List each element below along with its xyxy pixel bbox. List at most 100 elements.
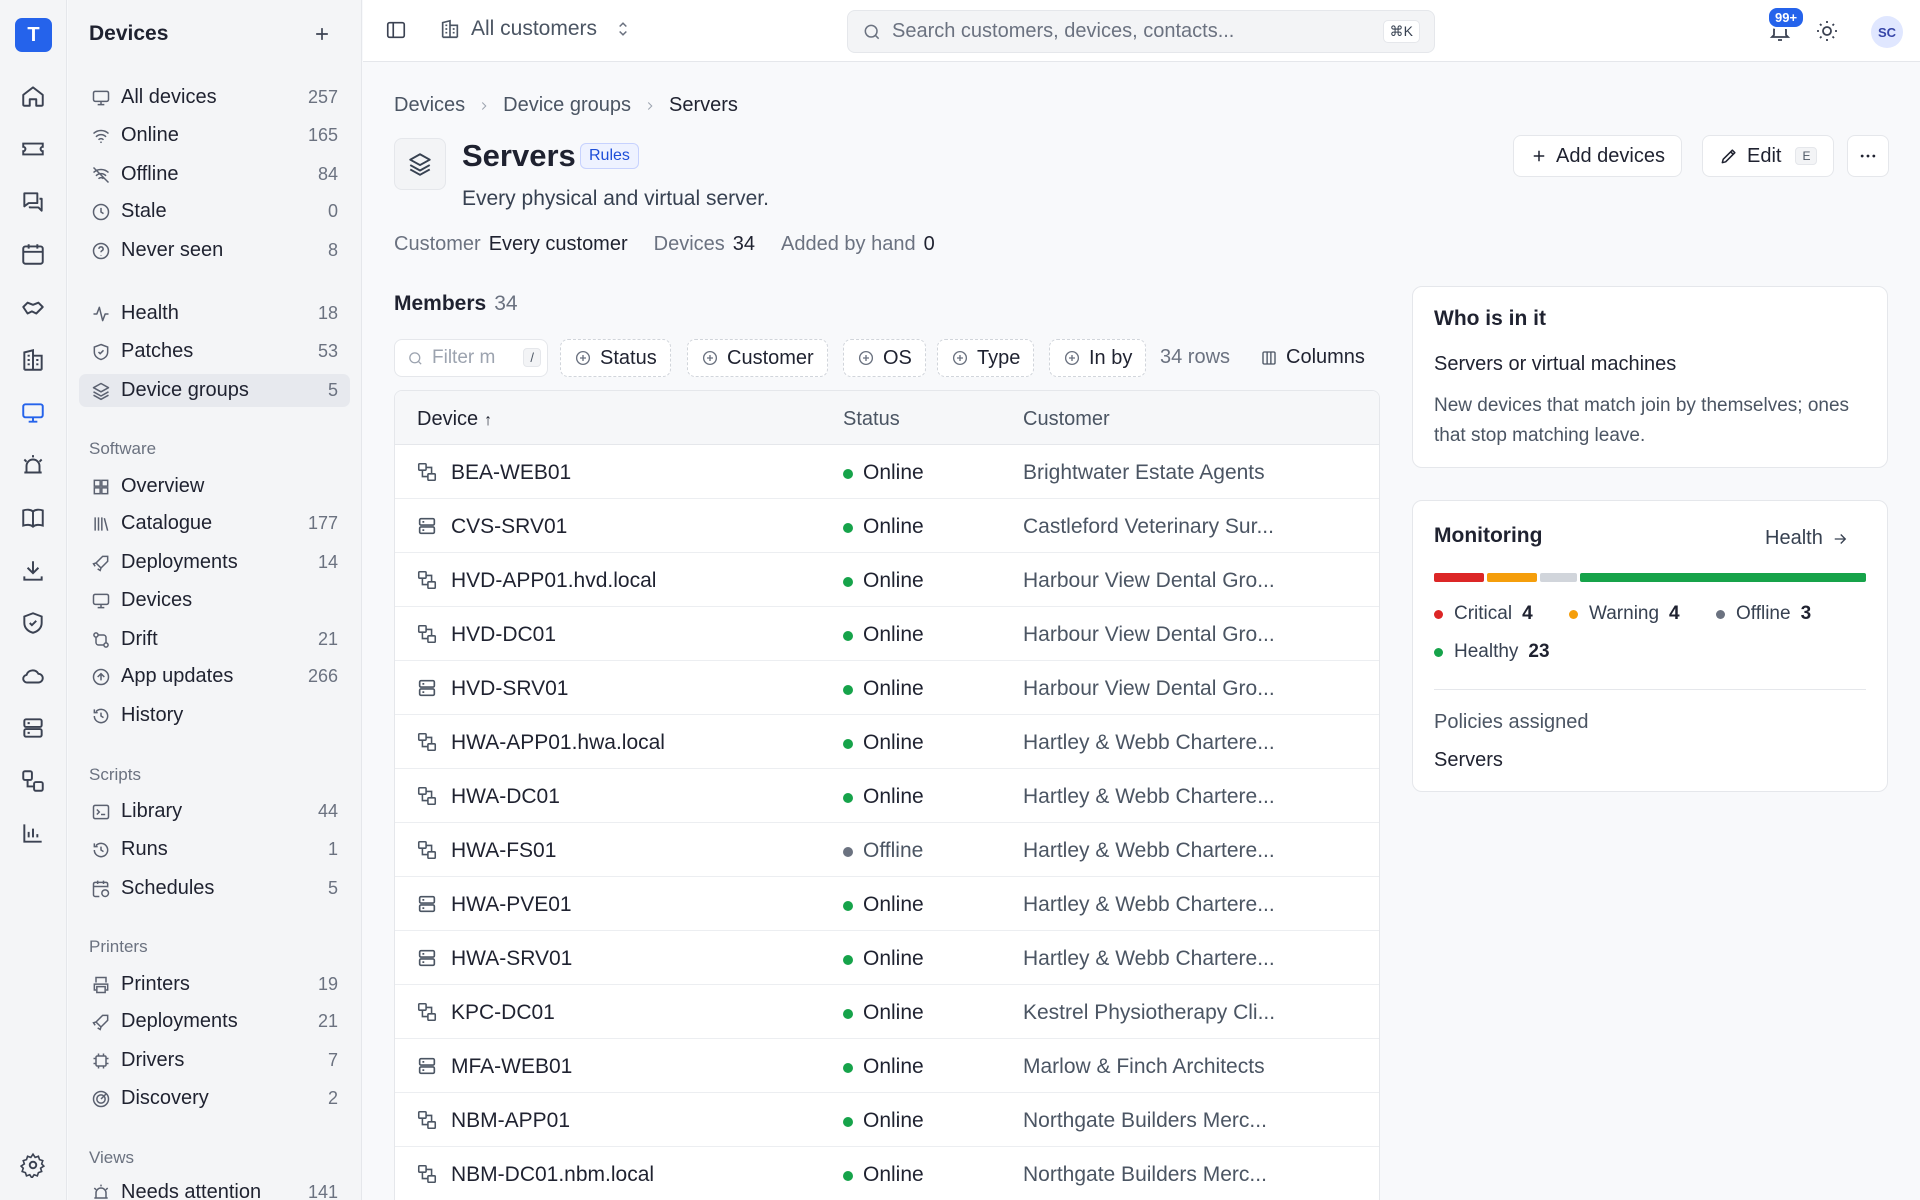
health-link[interactable]: Health — [1765, 527, 1849, 550]
filter-chip-customer[interactable]: Customer — [687, 339, 828, 377]
filter-chip-type[interactable]: Type — [937, 339, 1035, 377]
monitor-icon[interactable] — [17, 397, 49, 429]
table-row[interactable]: BEA-WEB01 Online Brightwater Estate Agents — [395, 445, 1379, 499]
theme-toggle-icon[interactable] — [1815, 19, 1839, 43]
chat-icon[interactable] — [17, 186, 49, 218]
table-row[interactable]: HVD-APP01.hvd.local Online Harbour View De… — [395, 553, 1379, 607]
sidebar-item-offline[interactable]: Offline 84 — [79, 158, 350, 191]
download-icon[interactable] — [17, 555, 49, 587]
device-name[interactable]: HVD-APP01.hvd.local — [451, 569, 656, 593]
device-name[interactable]: HWA-FS01 — [451, 839, 556, 863]
breadcrumb-device-groups[interactable]: Device groups — [503, 94, 631, 117]
filter-chip-in-by[interactable]: In by — [1049, 339, 1147, 377]
cloud-icon[interactable] — [17, 660, 49, 692]
device-status: Online — [863, 623, 924, 646]
sidebar-item-software-devices[interactable]: Devices — [79, 584, 350, 617]
book-icon[interactable] — [17, 502, 49, 534]
table-row[interactable]: HWA-APP01.hwa.local Online Hartley & Webb … — [395, 715, 1379, 769]
settings-icon[interactable] — [17, 1149, 49, 1181]
avatar[interactable]: SC — [1871, 16, 1903, 48]
sidebar-item-discovery[interactable]: Discovery 2 — [79, 1082, 350, 1115]
global-search-input[interactable]: Search customers, devices, contacts... ⌘… — [847, 10, 1435, 53]
device-name[interactable]: HWA-PVE01 — [451, 893, 572, 917]
filter-chip-status[interactable]: Status — [560, 339, 671, 377]
sidebar-item-online[interactable]: Online 165 — [79, 119, 350, 152]
table-row[interactable]: HVD-DC01 Online Harbour View Dental Gro... — [395, 607, 1379, 661]
sidebar-item-software-deployments[interactable]: Deployments 14 — [79, 546, 350, 579]
divider — [1434, 689, 1866, 690]
shield-icon[interactable] — [17, 607, 49, 639]
device-name[interactable]: BEA-WEB01 — [451, 461, 571, 485]
sidebar-item-printer-deployments[interactable]: Deployments 21 — [79, 1005, 350, 1038]
table-row[interactable]: NBM-APP01 Online Northgate Builders Merc..… — [395, 1093, 1379, 1147]
columns-button[interactable]: Columns — [1260, 346, 1365, 369]
workflow-icon[interactable] — [17, 765, 49, 797]
sidebar-item-drift[interactable]: Drift 21 — [79, 623, 350, 656]
sidebar-item-device-groups[interactable]: Device groups 5 — [79, 374, 350, 407]
handshake-icon[interactable] — [17, 291, 49, 323]
calendar-clock-icon — [90, 878, 112, 900]
breadcrumb-devices[interactable]: Devices — [394, 94, 465, 117]
table-row[interactable]: HWA-SRV01 Online Hartley & Webb Chartere..… — [395, 931, 1379, 985]
device-name[interactable]: NBM-DC01.nbm.local — [451, 1163, 654, 1187]
add-icon[interactable] — [308, 20, 336, 48]
device-name[interactable]: CVS-SRV01 — [451, 515, 567, 539]
table-body: BEA-WEB01 Online Brightwater Estate Agents… — [395, 445, 1379, 1200]
column-header-customer[interactable]: Customer — [1023, 408, 1110, 431]
ticket-icon[interactable] — [17, 133, 49, 165]
sidebar-item-app-updates[interactable]: App updates 266 — [79, 660, 350, 693]
table-row[interactable]: HWA-DC01 Online Hartley & Webb Chartere... — [395, 769, 1379, 823]
table-row[interactable]: NBM-DC01.nbm.local Online Northgate Builde… — [395, 1147, 1379, 1200]
table-row[interactable]: MFA-WEB01 Online Marlow & Finch Architects — [395, 1039, 1379, 1093]
device-name[interactable]: HWA-APP01.hwa.local — [451, 731, 665, 755]
toggle-sidebar-icon[interactable] — [385, 19, 407, 41]
sidebar-item-runs[interactable]: Runs 1 — [79, 833, 350, 866]
sidebar-item-catalogue[interactable]: Catalogue 177 — [79, 507, 350, 540]
column-header-status[interactable]: Status — [843, 408, 900, 431]
device-name[interactable]: NBM-APP01 — [451, 1109, 570, 1133]
app-logo[interactable]: T — [15, 18, 52, 52]
filter-chip-os[interactable]: OS — [843, 339, 926, 377]
sidebar-item-drivers[interactable]: Drivers 7 — [79, 1044, 350, 1077]
customer-selector[interactable]: All customers — [439, 17, 633, 41]
device-customer: Castleford Veterinary Sur... — [1023, 515, 1274, 538]
device-name[interactable]: HVD-SRV01 — [451, 677, 569, 701]
app-rail: T — [0, 0, 67, 1200]
table-row[interactable]: HWA-FS01 Offline Hartley & Webb Chartere..… — [395, 823, 1379, 877]
table-row[interactable]: HVD-SRV01 Online Harbour View Dental Gro..… — [395, 661, 1379, 715]
plus-circle-icon — [574, 349, 592, 367]
chart-icon[interactable] — [17, 817, 49, 849]
device-name[interactable]: HVD-DC01 — [451, 623, 556, 647]
edit-button[interactable]: Edit E — [1702, 135, 1835, 177]
sidebar-item-stale[interactable]: Stale 0 — [79, 195, 350, 228]
table-row[interactable]: CVS-SRV01 Online Castleford Veterinary Sur… — [395, 499, 1379, 553]
table-row[interactable]: HWA-PVE01 Online Hartley & Webb Chartere..… — [395, 877, 1379, 931]
sidebar-item-never-seen[interactable]: Never seen 8 — [79, 234, 350, 267]
table-row[interactable]: KPC-DC01 Online Kestrel Physiotherapy Cli.… — [395, 985, 1379, 1039]
device-customer: Harbour View Dental Gro... — [1023, 623, 1275, 646]
device-name[interactable]: HWA-SRV01 — [451, 947, 572, 971]
sidebar-item-health[interactable]: Health 18 — [79, 297, 350, 330]
building-icon[interactable] — [17, 344, 49, 376]
sidebar-item-all-devices[interactable]: All devices 257 — [79, 81, 350, 114]
sidebar-item-library[interactable]: Library 44 — [79, 795, 350, 828]
server-icon[interactable] — [17, 712, 49, 744]
home-icon[interactable] — [17, 80, 49, 112]
server-icon — [416, 947, 438, 969]
library-icon — [90, 513, 112, 535]
members-filter-input[interactable]: Filter m / — [394, 339, 548, 377]
column-header-device[interactable]: Device ↑ — [417, 408, 492, 431]
add-devices-button[interactable]: Add devices — [1513, 135, 1682, 177]
calendar-icon[interactable] — [17, 238, 49, 270]
more-actions-button[interactable] — [1847, 135, 1889, 177]
alarm-icon[interactable] — [17, 450, 49, 482]
sidebar-item-printers[interactable]: Printers 19 — [79, 968, 350, 1001]
sidebar-item-schedules[interactable]: Schedules 5 — [79, 872, 350, 905]
sidebar-item-patches[interactable]: Patches 53 — [79, 335, 350, 368]
device-name[interactable]: MFA-WEB01 — [451, 1055, 572, 1079]
device-name[interactable]: KPC-DC01 — [451, 1001, 555, 1025]
sidebar-item-history[interactable]: History — [79, 699, 350, 732]
sidebar-item-overview[interactable]: Overview — [79, 470, 350, 503]
device-name[interactable]: HWA-DC01 — [451, 785, 560, 809]
sidebar-item-needs-attention[interactable]: Needs attention 141 — [79, 1176, 350, 1200]
